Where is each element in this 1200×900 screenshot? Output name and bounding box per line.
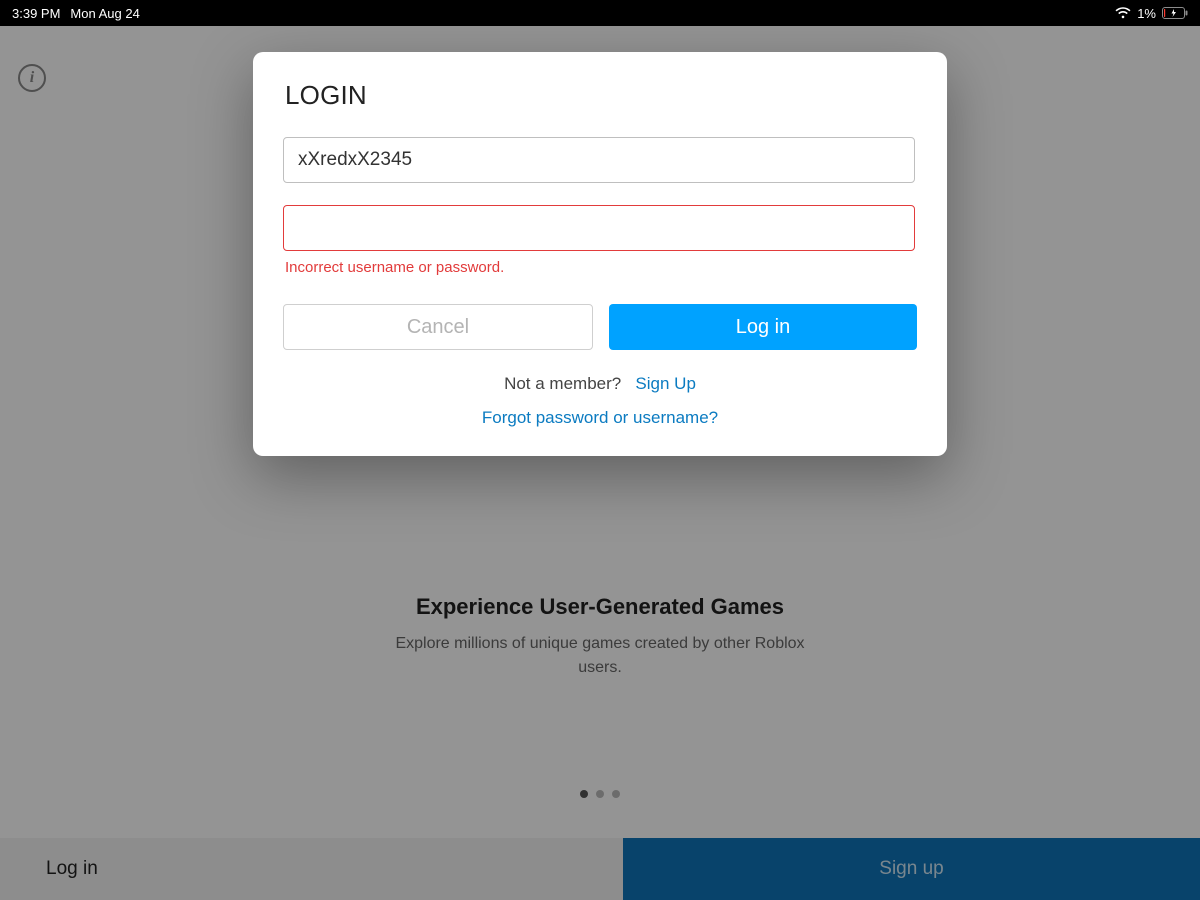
login-modal: LOGIN Incorrect username or password. Ca… xyxy=(253,52,947,456)
signup-link[interactable]: Sign Up xyxy=(635,374,695,393)
status-date: Mon Aug 24 xyxy=(70,6,139,21)
battery-percent: 1% xyxy=(1137,6,1156,21)
wifi-icon xyxy=(1115,7,1131,19)
username-field[interactable] xyxy=(283,137,915,183)
login-button[interactable]: Log in xyxy=(609,304,917,350)
forgot-link[interactable]: Forgot password or username? xyxy=(482,408,718,428)
not-member-label: Not a member? xyxy=(504,374,621,393)
password-field[interactable] xyxy=(283,205,915,251)
status-time: 3:39 PM xyxy=(12,6,60,21)
cancel-button[interactable]: Cancel xyxy=(283,304,593,350)
error-message: Incorrect username or password. xyxy=(285,259,917,276)
battery-icon xyxy=(1162,7,1188,19)
status-bar: 3:39 PM Mon Aug 24 1% xyxy=(0,0,1200,26)
modal-title: LOGIN xyxy=(285,80,917,111)
